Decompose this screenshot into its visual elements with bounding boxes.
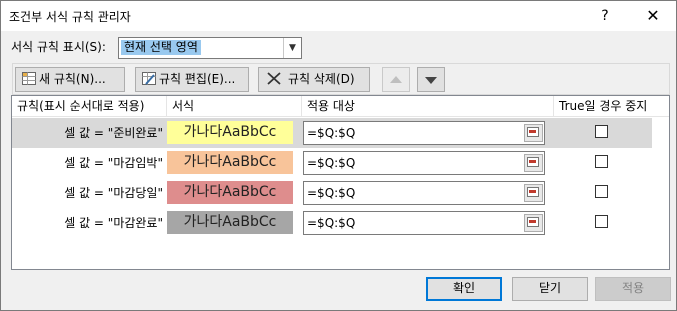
applies-to-value: =$Q:$Q — [307, 156, 356, 170]
header-stop-if-true[interactable]: True일 경우 중지 — [554, 96, 669, 116]
format-preview: 가나다AaBbCc — [167, 181, 293, 204]
rule-condition: 셀 값 = "마감당일" — [64, 186, 163, 200]
delete-x-icon — [267, 72, 281, 85]
stop-if-true-checkbox[interactable] — [595, 155, 608, 168]
applies-to-input[interactable]: =$Q:$Q — [303, 151, 545, 175]
new-rule-button[interactable]: 새 규칙(N)... — [15, 67, 125, 92]
rule-condition: 셀 값 = "준비완료" — [64, 126, 163, 140]
applies-to-value: =$Q:$Q — [307, 126, 356, 140]
edit-rule-label: 규칙 편집(E)... — [159, 72, 236, 86]
rule-condition: 셀 값 = "마감완료" — [64, 216, 163, 230]
chevron-down-icon[interactable]: ▼ — [283, 38, 301, 58]
format-preview: 가나다AaBbCc — [167, 121, 293, 144]
ok-button[interactable]: 확인 — [426, 277, 502, 301]
show-rules-label: 서식 규칙 표시(S): — [11, 40, 106, 54]
range-select-icon[interactable] — [524, 214, 543, 232]
delete-rule-label: 규칙 삭제(D) — [288, 72, 355, 86]
header-format[interactable]: 서식 — [167, 96, 302, 116]
range-select-icon[interactable] — [524, 184, 543, 202]
applies-to-input[interactable]: =$Q:$Q — [303, 181, 545, 205]
rule-row[interactable]: 셀 값 = "마감완료" 가나다AaBbCc =$Q:$Q — [12, 208, 652, 238]
help-icon[interactable]: ? — [588, 1, 622, 31]
show-rules-selected: 현재 선택 영역 — [121, 40, 201, 55]
move-down-button[interactable] — [417, 67, 445, 92]
apply-button[interactable]: 적용 — [595, 277, 671, 301]
rule-row[interactable]: 셀 값 = "마감당일" 가나다AaBbCc =$Q:$Q — [12, 178, 652, 208]
new-rule-icon — [22, 72, 36, 85]
stop-if-true-checkbox[interactable] — [595, 185, 608, 198]
header-applies-to[interactable]: 적용 대상 — [302, 96, 554, 116]
stop-if-true-checkbox[interactable] — [595, 215, 608, 228]
edit-rule-button[interactable]: 규칙 편집(E)... — [135, 67, 249, 92]
dialog-title: 조건부 서식 규칙 관리자 — [9, 10, 131, 24]
rule-row[interactable]: 셀 값 = "준비완료" 가나다AaBbCc =$Q:$Q — [12, 118, 652, 148]
close-icon[interactable]: ✕ — [636, 1, 670, 31]
range-select-icon[interactable] — [524, 124, 543, 142]
move-up-button[interactable] — [382, 67, 410, 92]
edit-rule-icon — [142, 72, 156, 85]
rule-row[interactable]: 셀 값 = "마감임박" 가나다AaBbCc =$Q:$Q — [12, 148, 652, 178]
applies-to-value: =$Q:$Q — [307, 186, 356, 200]
applies-to-value: =$Q:$Q — [307, 216, 356, 230]
show-rules-dropdown[interactable]: 현재 선택 영역 ▼ — [118, 37, 302, 59]
rule-condition: 셀 값 = "마감임박" — [64, 156, 163, 170]
stop-if-true-checkbox[interactable] — [595, 125, 608, 138]
arrow-up-icon — [390, 76, 402, 83]
rules-list-header: 규칙(표시 순서대로 적용) 서식 적용 대상 True일 경우 중지 — [12, 96, 669, 117]
arrow-down-icon — [425, 77, 437, 84]
delete-rule-button[interactable]: 규칙 삭제(D) — [258, 67, 370, 92]
close-button[interactable]: 닫기 — [512, 277, 588, 301]
list-scroll-area — [653, 117, 669, 269]
conditional-format-dialog: 조건부 서식 규칙 관리자 ? ✕ 서식 규칙 표시(S): 현재 선택 영역 … — [0, 0, 677, 311]
header-rule[interactable]: 규칙(표시 순서대로 적용) — [12, 96, 167, 116]
format-preview: 가나다AaBbCc — [167, 151, 293, 174]
applies-to-input[interactable]: =$Q:$Q — [303, 211, 545, 235]
format-preview: 가나다AaBbCc — [167, 211, 293, 234]
new-rule-label: 새 규칙(N)... — [39, 72, 106, 86]
title-bar: 조건부 서식 규칙 관리자 ? ✕ — [1, 1, 676, 31]
rules-list[interactable]: 규칙(표시 순서대로 적용) 서식 적용 대상 True일 경우 중지 셀 값 … — [11, 95, 670, 270]
applies-to-input[interactable]: =$Q:$Q — [303, 121, 545, 145]
range-select-icon[interactable] — [524, 154, 543, 172]
